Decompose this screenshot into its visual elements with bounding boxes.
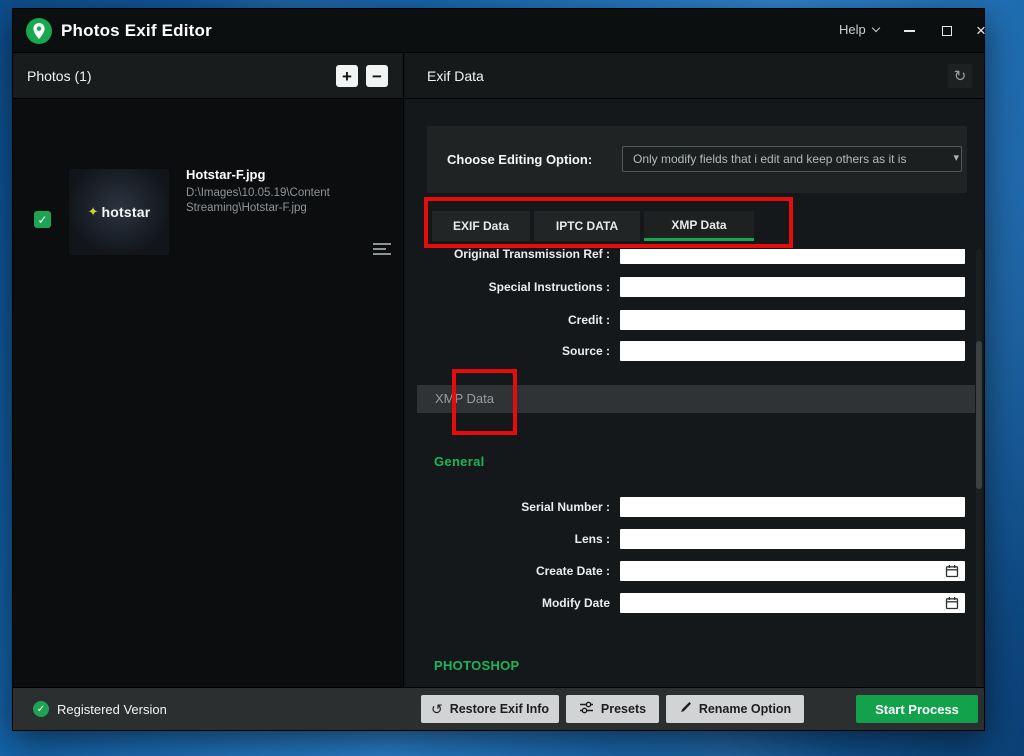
exif-panel: Exif Data ↻ Choose Editing Option: Only … [405,53,984,687]
minimize-icon [904,30,915,32]
credit-input[interactable] [620,310,965,330]
editing-option-dropdown[interactable]: Only modify fields that i edit and keep … [622,146,962,172]
field-label: Source : [405,341,610,361]
photo-path-line2: Streaming\Hotstar-F.jpg [186,202,307,214]
desktop-background: Photos Exif Editor Help × Photos (1) + −… [0,0,1024,756]
rename-option-button[interactable]: Rename Option [666,695,804,723]
minimize-button[interactable] [895,17,923,45]
rename-button-label: Rename Option [699,702,791,716]
group-label-general: General [434,454,485,469]
calendar-icon[interactable] [945,596,959,610]
check-icon: ✓ [37,213,47,227]
photos-count-title: Photos (1) [27,68,92,84]
exif-panel-title: Exif Data [427,68,484,84]
calendar-icon[interactable] [945,564,959,578]
form-scrollbar-thumb[interactable] [976,341,982,489]
field-label: Credit : [405,310,610,330]
photo-list-item[interactable]: ✓ ✦ hotstar Hotstar-F.jpg D:\Images\10.0… [13,115,403,265]
add-photos-button[interactable]: + [336,65,358,87]
restore-exif-info-button[interactable]: ↺ Restore Exif Info [421,695,559,723]
help-label: Help [839,22,866,37]
photo-checkbox[interactable]: ✓ [34,211,51,228]
tab-xmp-data[interactable]: XMP Data [644,211,754,241]
serial-number-input[interactable] [620,497,965,517]
maximize-button[interactable] [933,17,961,45]
field-label: Special Instructions : [405,277,610,297]
field-row-credit: Credit : [405,310,965,330]
refresh-button[interactable]: ↻ [948,64,972,88]
help-menu[interactable]: Help [839,22,879,37]
restore-button-label: Restore Exif Info [450,702,549,716]
create-date-input[interactable] [620,561,965,581]
metadata-tabs: EXIF Data IPTC DATA XMP Data [405,211,984,241]
chevron-down-icon [872,24,880,32]
footer-bar: ✓ Registered Version ↺ Restore Exif Info… [13,687,984,730]
exif-panel-header: Exif Data ↻ [405,53,984,99]
app-window: Photos Exif Editor Help × Photos (1) + −… [12,8,985,731]
dropdown-caret-icon: ▾ [953,151,959,164]
titlebar: Photos Exif Editor Help × [13,9,984,53]
tab-iptc-data[interactable]: IPTC DATA [534,211,640,241]
app-logo-icon [26,18,52,44]
maximize-icon [942,26,952,36]
editing-option-label: Choose Editing Option: [447,152,592,167]
special-instructions-input[interactable] [620,277,965,297]
field-label: Original Transmission Ref : [405,249,610,264]
editing-option-card: Choose Editing Option: Only modify field… [427,126,967,193]
photo-item-menu-icon[interactable] [373,243,391,255]
field-row-lens: Lens : [405,529,965,549]
photo-filename: Hotstar-F.jpg [186,167,265,182]
metadata-form: Original Transmission Ref : Special Inst… [405,249,984,689]
pencil-icon [679,701,692,717]
group-label-photoshop: PHOTOSHOP [434,658,520,673]
check-icon: ✓ [37,704,45,715]
photos-panel-header: Photos (1) + − [13,53,403,99]
start-process-button[interactable]: Start Process [856,695,978,723]
hotstar-star-icon: ✦ [88,204,99,220]
original-transmission-ref-input[interactable] [620,249,965,264]
field-row-special-instructions: Special Instructions : [405,277,965,297]
window-title: Photos Exif Editor [61,21,212,41]
field-label: Create Date : [405,561,610,581]
photos-panel: Photos (1) + − ✓ ✦ hotstar Hotstar-F.jpg… [13,53,404,687]
field-row-create-date: Create Date : [405,561,965,581]
field-row-source: Source : [405,341,965,361]
close-icon: × [976,21,986,41]
field-label: Serial Number : [405,497,610,517]
close-button[interactable]: × [967,17,995,45]
field-label: Lens : [405,529,610,549]
lens-input[interactable] [620,529,965,549]
sliders-icon [579,701,594,717]
xmp-section-header: XMP Data [417,385,975,413]
remove-photos-button[interactable]: − [366,65,388,87]
field-row-original-transmission-ref: Original Transmission Ref : [405,249,965,264]
tab-exif-data[interactable]: EXIF Data [432,211,530,241]
presets-button[interactable]: Presets [566,695,659,723]
field-row-serial-number: Serial Number : [405,497,965,517]
restore-icon: ↺ [431,701,443,718]
form-scrollbar[interactable] [976,249,982,689]
refresh-icon: ↻ [954,67,967,85]
field-label: Modify Date [405,593,610,613]
registered-check-icon: ✓ [33,701,49,717]
modify-date-input[interactable] [620,593,965,613]
presets-button-label: Presets [601,702,646,716]
thumbnail-brand-text: hotstar [102,204,151,220]
photo-thumbnail: ✦ hotstar [69,169,169,255]
start-button-label: Start Process [875,702,959,717]
field-row-modify-date: Modify Date [405,593,965,613]
photo-path-line1: D:\Images\10.05.19\Content [186,187,330,199]
source-input[interactable] [620,341,965,361]
registered-version-label: Registered Version [57,702,167,717]
